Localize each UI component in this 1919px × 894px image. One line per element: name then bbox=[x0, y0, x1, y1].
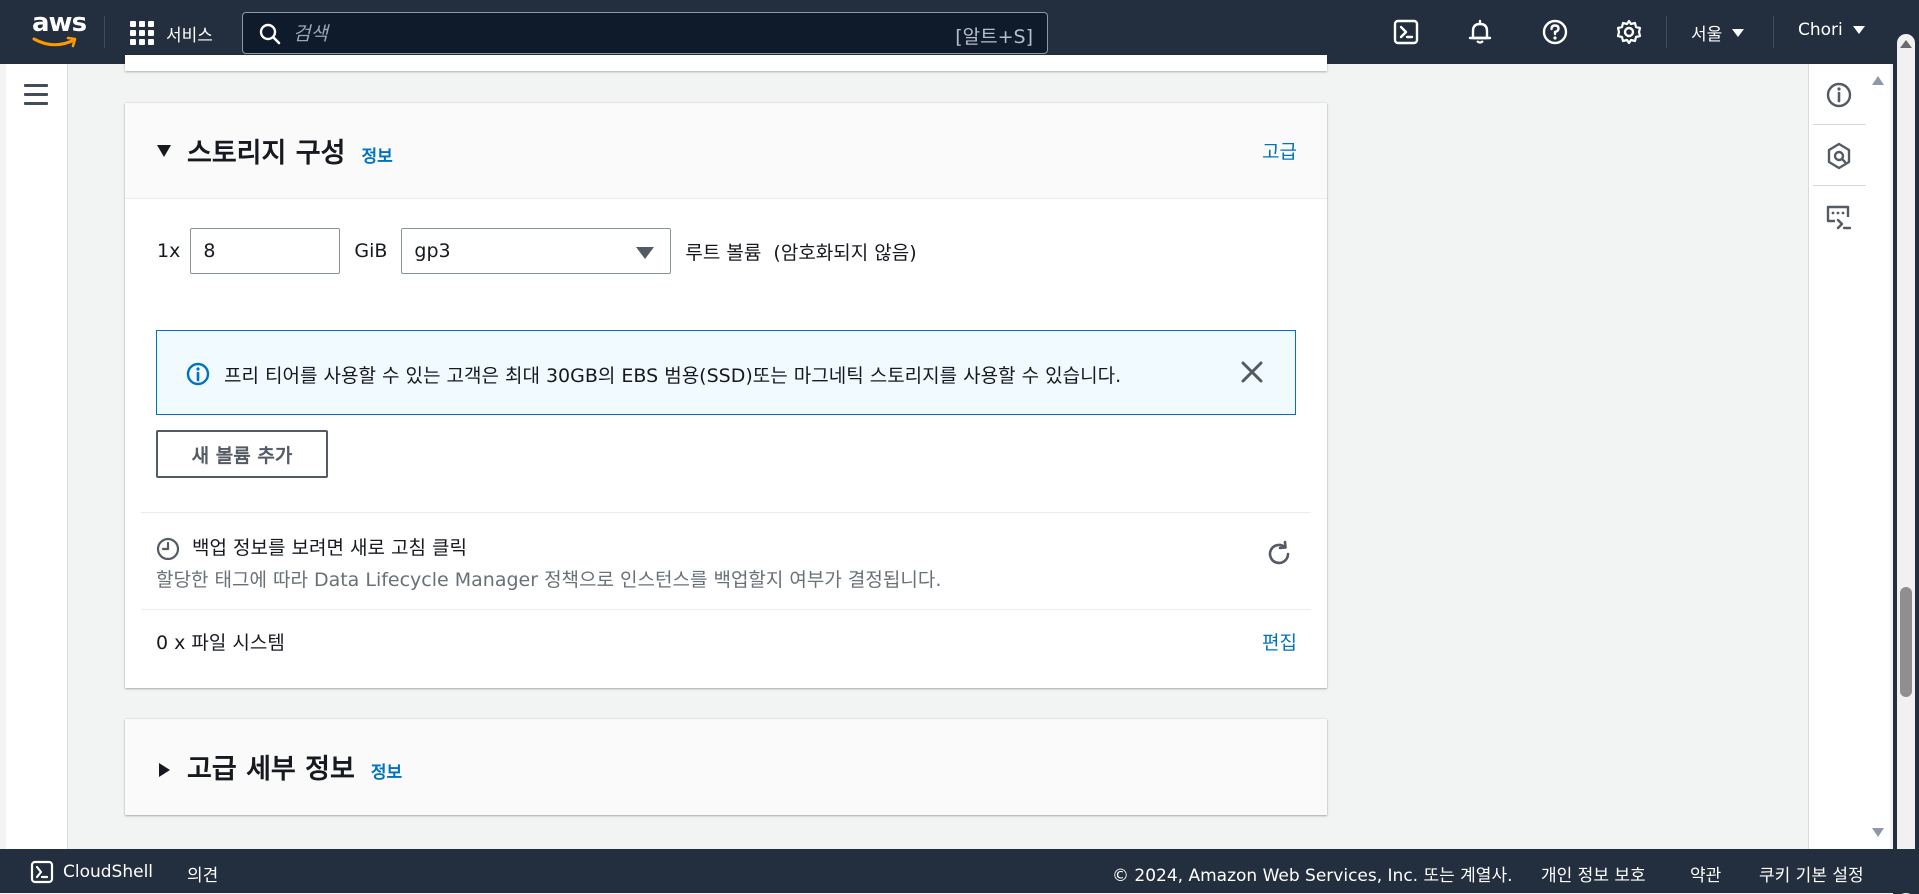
region-selector[interactable]: 서울 bbox=[1691, 20, 1745, 45]
previous-section-card bbox=[125, 55, 1327, 71]
storage-panel-title: 스토리지 구성 정보 bbox=[187, 131, 393, 170]
services-menu-button[interactable]: 서비스 bbox=[130, 18, 213, 48]
file-systems-label: 0 x 파일 시스템 bbox=[156, 632, 285, 654]
terms-link[interactable]: 약관 bbox=[1690, 861, 1721, 886]
search-shortcut-hint: [알트+S] bbox=[955, 26, 1033, 48]
cookie-settings-link[interactable]: 쿠키 기본 설정 bbox=[1759, 861, 1864, 886]
nav-divider bbox=[104, 16, 105, 48]
info-circle-icon bbox=[186, 362, 210, 386]
advanced-link[interactable]: 고급 bbox=[1262, 137, 1297, 164]
feedback-link[interactable]: 의견 bbox=[187, 861, 218, 886]
divider bbox=[141, 609, 1311, 610]
free-tier-info-alert: 프리 티어를 사용할 수 있는 고객은 최대 30GB의 EBS 범용(SSD)… bbox=[156, 330, 1296, 415]
cloudshell-label: CloudShell bbox=[63, 862, 154, 882]
cloudshell-icon bbox=[30, 860, 54, 884]
settings-gear-icon[interactable] bbox=[1615, 18, 1643, 46]
volume-type-value: gp3 bbox=[414, 240, 451, 262]
account-menu[interactable]: Chori bbox=[1798, 20, 1865, 40]
search-input[interactable] bbox=[291, 19, 915, 49]
advanced-panel-header[interactable]: 고급 세부 정보 정보 bbox=[125, 719, 1327, 815]
account-label: Chori bbox=[1798, 20, 1843, 40]
volume-size-input[interactable] bbox=[190, 228, 341, 274]
content-scrollbar[interactable] bbox=[1866, 64, 1890, 849]
help-icon[interactable] bbox=[1541, 18, 1569, 46]
scroll-thumb bbox=[1900, 587, 1912, 697]
divider bbox=[141, 512, 1311, 513]
divider bbox=[1813, 124, 1867, 125]
backup-info-description: 할당한 태그에 따라 Data Lifecycle Manager 정책으로 인… bbox=[156, 569, 942, 591]
aws-logo-text: aws bbox=[32, 8, 87, 38]
side-navigation-rail bbox=[6, 64, 68, 849]
volume-count: 1x bbox=[157, 240, 181, 262]
root-volume-row: 1x GiB gp3 루트 볼륨 (암호화되지 않음) bbox=[157, 227, 917, 275]
advanced-panel-title: 고급 세부 정보 정보 bbox=[187, 747, 402, 786]
expand-caret-down-icon[interactable] bbox=[157, 145, 171, 157]
cloudshell-icon[interactable] bbox=[1392, 18, 1420, 46]
notifications-bell-icon[interactable] bbox=[1466, 18, 1494, 46]
backup-info-title: 백업 정보를 보려면 새로 고침 클릭 bbox=[192, 537, 467, 559]
caret-down-icon bbox=[1732, 28, 1745, 37]
clock-icon bbox=[156, 537, 180, 561]
advanced-title-text: 고급 세부 정보 bbox=[187, 754, 355, 785]
close-icon[interactable] bbox=[1239, 359, 1265, 385]
window-scrollbar[interactable] bbox=[1893, 34, 1919, 894]
root-volume-description: 루트 볼륨 (암호화되지 않음) bbox=[685, 241, 917, 264]
volume-unit-label: GiB bbox=[354, 240, 388, 262]
copyright-text: © 2024, Amazon Web Services, Inc. 또는 계열사… bbox=[1112, 866, 1513, 886]
caret-down-icon bbox=[636, 247, 655, 259]
footer-bar: CloudShell 의견 © 2024, Amazon Web Service… bbox=[0, 849, 1919, 893]
privacy-link[interactable]: 개인 정보 보호 bbox=[1541, 861, 1646, 886]
add-volume-button[interactable]: 새 볼륨 추가 bbox=[156, 430, 328, 478]
info-icon[interactable] bbox=[1823, 79, 1855, 111]
expand-caret-right-icon[interactable] bbox=[159, 763, 170, 777]
storage-info-link[interactable]: 정보 bbox=[361, 147, 392, 167]
search-icon bbox=[259, 23, 281, 45]
refresh-icon[interactable] bbox=[1265, 540, 1293, 568]
aws-logo[interactable]: aws bbox=[30, 8, 87, 52]
volume-type-select[interactable]: gp3 bbox=[401, 228, 672, 274]
caret-down-icon bbox=[1852, 26, 1865, 34]
storage-title-text: 스토리지 구성 bbox=[187, 138, 346, 169]
storage-panel-header[interactable]: 스토리지 구성 정보 고급 bbox=[125, 103, 1327, 199]
region-label: 서울 bbox=[1691, 25, 1723, 45]
file-systems-edit-link[interactable]: 편집 bbox=[1262, 628, 1297, 655]
advanced-info-link[interactable]: 정보 bbox=[371, 763, 402, 783]
free-tier-alert-message: 프리 티어를 사용할 수 있는 고객은 최대 30GB의 EBS 범용(SSD)… bbox=[224, 365, 1122, 387]
divider bbox=[1813, 185, 1867, 186]
tools-panel-rail bbox=[1808, 64, 1871, 849]
search-box[interactable]: [알트+S] bbox=[242, 12, 1048, 54]
cloudshell-button[interactable]: CloudShell bbox=[30, 860, 153, 884]
grid-icon bbox=[130, 21, 154, 45]
services-label: 서비스 bbox=[166, 25, 213, 46]
aws-smile-icon bbox=[32, 36, 77, 48]
menu-hamburger-icon[interactable] bbox=[24, 84, 48, 111]
hexagon-chat-icon[interactable] bbox=[1823, 140, 1855, 172]
advanced-details-panel: 고급 세부 정보 정보 bbox=[125, 719, 1327, 815]
screen-terminal-icon[interactable] bbox=[1823, 201, 1855, 233]
storage-config-panel: 스토리지 구성 정보 고급 1x GiB gp3 루트 볼륨 (암호화되지 않음)… bbox=[125, 103, 1327, 688]
nav-divider bbox=[1666, 16, 1667, 48]
nav-divider bbox=[1773, 16, 1774, 48]
